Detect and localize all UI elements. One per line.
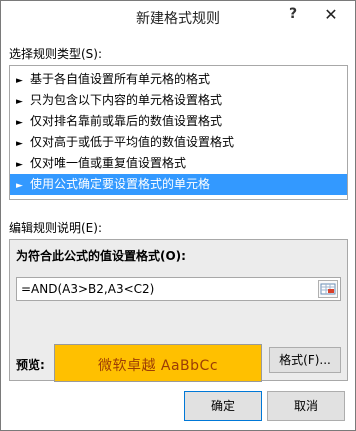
rule-type-item-label: 使用公式确定要设置格式的单元格 — [30, 177, 211, 191]
format-preview-box: 微软卓越 AaBbCc — [54, 344, 262, 382]
triangle-right-icon: ► — [16, 97, 23, 107]
rule-type-item-label: 仅对唯一值或重复值设置格式 — [30, 156, 187, 170]
triangle-right-icon: ► — [16, 139, 23, 149]
rule-type-item-label: 仅对高于或低于平均值的数值设置格式 — [30, 135, 235, 149]
close-button[interactable]: ✕ — [309, 4, 353, 26]
rule-description-panel: 为符合此公式的值设置格式(O): =AND(A3>B2,A3<C2) 预览: 微… — [9, 239, 348, 382]
rule-type-item[interactable]: ► 仅对高于或低于平均值的数值设置格式 — [10, 132, 347, 153]
rule-type-item-label: 基于各自值设置所有单元格的格式 — [30, 72, 211, 86]
ok-button[interactable]: 确定 — [184, 391, 262, 421]
formula-label: 为符合此公式的值设置格式(O): — [16, 249, 186, 263]
rule-type-item[interactable]: ► 仅对排名靠前或靠后的数值设置格式 — [10, 111, 347, 132]
rule-type-item-selected[interactable]: ► 使用公式确定要设置格式的单元格 — [10, 174, 347, 195]
triangle-right-icon: ► — [16, 76, 23, 86]
triangle-right-icon: ► — [16, 160, 23, 170]
collapse-range-icon — [320, 283, 336, 295]
collapse-range-button[interactable] — [318, 280, 338, 298]
dialog-title: 新建格式规则 — [136, 11, 220, 27]
rule-type-item[interactable]: ► 仅对唯一值或重复值设置格式 — [10, 153, 347, 174]
rule-type-item-label: 只为包含以下内容的单元格设置格式 — [30, 93, 223, 107]
preview-label: 预览: — [16, 358, 45, 372]
rule-type-item-label: 仅对排名靠前或靠后的数值设置格式 — [30, 114, 223, 128]
formula-input[interactable]: =AND(A3>B2,A3<C2) — [16, 277, 341, 301]
formula-value: =AND(A3>B2,A3<C2) — [21, 282, 155, 296]
cancel-button[interactable]: 取消 — [267, 391, 345, 421]
rule-type-list[interactable]: ► 基于各自值设置所有单元格的格式 ► 只为包含以下内容的单元格设置格式 ► 仅对排名… — [9, 65, 348, 200]
rule-type-item[interactable]: ► 基于各自值设置所有单元格的格式 — [10, 69, 347, 90]
edit-rule-description-label: 编辑规则说明(E): — [9, 221, 102, 235]
rule-type-item[interactable]: ► 只为包含以下内容的单元格设置格式 — [10, 90, 347, 111]
new-format-rule-dialog: 新建格式规则 ? ✕ 选择规则类型(S): ► 基于各自值设置所有单元格的格式 ►… — [0, 0, 356, 431]
format-button[interactable]: 格式(F)... — [269, 347, 341, 373]
help-button[interactable]: ? — [286, 6, 300, 24]
triangle-right-icon: ► — [16, 118, 23, 128]
format-preview-text: 微软卓越 AaBbCc — [97, 358, 219, 374]
rule-type-label: 选择规则类型(S): — [9, 47, 103, 61]
triangle-right-icon: ► — [16, 181, 23, 191]
title-bar: 新建格式规则 ? ✕ — [1, 1, 355, 33]
